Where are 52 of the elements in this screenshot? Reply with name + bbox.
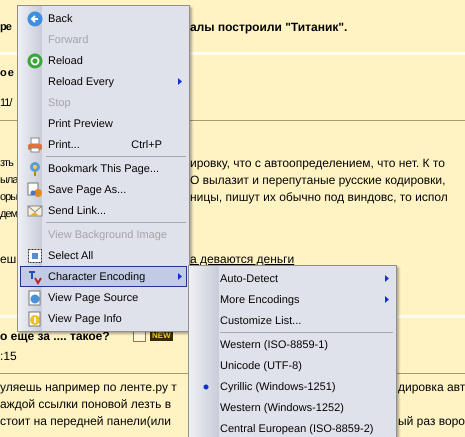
select-all-icon (26, 248, 42, 264)
post-link[interactable]: а деваются деньги (190, 252, 294, 266)
post-text: O вылазит и перепутаные русские кодировки, (190, 172, 446, 190)
menu-item[interactable]: Central European (ISO-8859-2) (191, 418, 394, 437)
info-icon (26, 310, 42, 326)
submenu-arrow-icon (385, 275, 389, 282)
menu-item[interactable]: Auto-Detect (191, 268, 394, 289)
post-text: ый раз воро (398, 413, 465, 430)
menu-item[interactable]: Western (ISO-8859-1) (191, 334, 394, 355)
menu-item[interactable]: Character Encoding (20, 266, 187, 287)
menu-item[interactable]: Reload (20, 50, 187, 71)
back-icon (26, 10, 42, 26)
menu-item[interactable]: Save Page As... (20, 179, 187, 200)
menu-item[interactable]: Unicode (UTF-8) (191, 355, 394, 376)
post-text: аждой ссылки поновой лезть в (0, 396, 172, 414)
post-text: зть (0, 156, 13, 172)
menu-item[interactable]: Back (20, 8, 187, 29)
post-text: еш (0, 252, 16, 266)
menu-item[interactable]: Western (Windows-1252) (191, 397, 394, 418)
new-badge: NEW (150, 331, 173, 342)
post-title: о е (0, 66, 13, 82)
envelope-icon (26, 202, 42, 218)
menu-item[interactable]: Bookmark This Page... (20, 158, 187, 179)
submenu-arrow-icon (385, 296, 389, 303)
menu-item[interactable]: More Encodings (191, 289, 394, 310)
post-title: о еще за .... такое? (0, 328, 110, 346)
menu-item[interactable]: Send Link... (20, 200, 187, 221)
post-date: 11/ (0, 96, 12, 112)
post-text: ницы, пишут их обычно под виндовс, то испол (190, 189, 448, 206)
printer-icon (26, 136, 42, 152)
menu-item[interactable]: Cyrillic (Windows-1251) (191, 376, 394, 397)
menu-item[interactable]: View Page Source (20, 287, 187, 308)
post-text: ировку, что с автоопределением, что нет. К то (190, 155, 445, 172)
post-title: ре (0, 20, 11, 36)
post-text: стоит на передней панели(или (0, 413, 171, 430)
submenu-arrow-icon (178, 78, 182, 85)
post-date: :15 (0, 348, 17, 366)
save-icon (26, 182, 42, 198)
post-text: уляешь например по ленте.ру т (0, 379, 177, 396)
menu-item[interactable]: Reload Every (20, 71, 187, 92)
menu-item[interactable]: Print Preview (20, 113, 187, 134)
menu-item[interactable]: Print... Ctrl+P (20, 134, 187, 155)
encoding-icon (26, 268, 42, 284)
post-title: алы построили "Титаник". (190, 19, 348, 36)
submenu-arrow-icon (178, 273, 182, 280)
menu-item[interactable]: Customize List... (191, 310, 394, 331)
post-text: дировка авт (398, 379, 465, 396)
menu-item[interactable]: Select All (20, 245, 187, 266)
reload-icon (26, 52, 42, 68)
page-source-icon (26, 290, 42, 306)
comment-icon (133, 331, 146, 342)
menu-item[interactable]: View Page Info (20, 308, 187, 329)
